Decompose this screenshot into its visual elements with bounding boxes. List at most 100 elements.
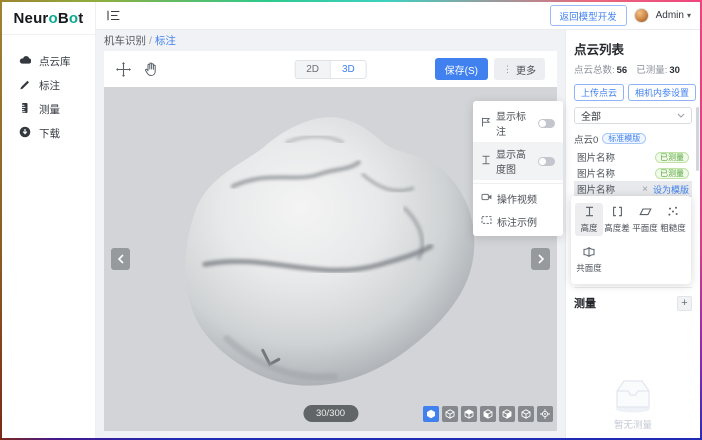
header-actions: 返回模型开发 Admin▾ (550, 5, 691, 26)
empty-text: 暂无测量 (614, 417, 652, 431)
view-mode-segmented: 2D 3D (294, 60, 367, 79)
panel-buttons: 上传点云 相机内参设置 (574, 84, 692, 101)
mode-2d-button[interactable]: 2D (295, 61, 330, 78)
menu-item-annotation-example[interactable]: 标注示例 (473, 210, 563, 233)
breadcrumb: 机车识别 / 标注 (104, 33, 557, 48)
tool-height[interactable]: 高度 (575, 203, 603, 236)
breadcrumb-parent[interactable]: 机车识别 (104, 33, 146, 48)
add-measure-button[interactable]: + (677, 296, 692, 311)
group-name: 点云0 (574, 132, 598, 146)
status-badge: 已测量 (655, 168, 689, 179)
coplanarity-icon (583, 246, 595, 259)
flag-icon (481, 117, 491, 130)
measured-label: 已测量: (636, 65, 667, 76)
tool-roughness[interactable]: 粗糙度 (659, 203, 687, 236)
panel-title: 点云列表 (574, 39, 692, 58)
view-cube-back-icon[interactable] (461, 406, 477, 422)
pointcloud-group-row[interactable]: 点云0 标准模版 (574, 131, 692, 146)
more-button[interactable]: ⋮更多 (494, 58, 545, 80)
measure-title: 测量 (574, 295, 596, 311)
sidebar-item-label: 点云库 (39, 54, 71, 69)
tool-icons (116, 62, 158, 77)
back-to-model-dev-button[interactable]: 返回模型开发 (550, 5, 627, 26)
list-item[interactable]: 图片名称 已测量 (574, 165, 692, 181)
status-badge: 已测量 (655, 152, 689, 163)
sidebar-nav: 点云库 标注 测量 下载 (2, 49, 95, 145)
frame-example-icon (481, 215, 492, 228)
view-orientation-toolbar (423, 406, 553, 422)
toolbar-actions: 保存(S) ⋮更多 (435, 58, 545, 80)
empty-box-icon (610, 377, 656, 415)
app-window: NeuroBot 点云库 标注 测量 下载 返回模型开发 (0, 0, 702, 440)
prev-image-arrow[interactable] (111, 248, 130, 270)
list-scrollbar[interactable] (696, 107, 699, 171)
chevron-down-icon: ▾ (687, 11, 691, 20)
save-button[interactable]: 保存(S) (435, 58, 488, 80)
filter-selected-value: 全部 (581, 108, 601, 123)
pan-move-icon[interactable] (116, 62, 131, 77)
list-item-selected[interactable]: 图片名称 × 设为模版 (574, 181, 692, 197)
measured-value: 30 (669, 65, 680, 76)
sidebar-item-label: 下载 (39, 126, 60, 141)
sidebar-fold-icon[interactable] (107, 10, 120, 21)
sidebar-item-measure[interactable]: 测量 (2, 97, 95, 121)
tooth-3d-model[interactable] (166, 112, 488, 394)
sidebar: NeuroBot 点云库 标注 测量 下载 (2, 2, 96, 438)
sidebar-item-label: 标注 (39, 78, 60, 93)
sidebar-item-label: 测量 (39, 102, 60, 117)
hand-grab-icon[interactable] (144, 62, 158, 77)
set-template-link[interactable]: 设为模版 (653, 183, 689, 196)
view-cube-left-icon[interactable] (480, 406, 496, 422)
view-cube-iso-icon[interactable] (423, 406, 439, 422)
tool-flatness[interactable]: 平面度 (631, 203, 659, 236)
pointcloud-panel: 点云列表 点云总数:56 已测量:30 上传点云 相机内参设置 全部 点云0 标… (565, 30, 700, 438)
next-image-arrow[interactable] (531, 248, 550, 270)
video-icon (481, 192, 492, 205)
tool-height-diff[interactable]: 高度差 (603, 203, 631, 236)
sidebar-item-pointcloud-library[interactable]: 点云库 (2, 49, 95, 73)
view-cube-right-icon[interactable] (499, 406, 515, 422)
tool-coplanarity[interactable]: 共面度 (575, 243, 603, 276)
frame-edge-left (0, 0, 2, 440)
view-cube-front-icon[interactable] (442, 406, 458, 422)
sidebar-item-download[interactable]: 下载 (2, 121, 95, 145)
logo-gear-icon: o (69, 10, 78, 27)
menu-item-tutorial-video[interactable]: 操作视频 (473, 187, 563, 210)
menu-divider (473, 183, 563, 184)
menu-item-show-heightmap[interactable]: 显示高度图 (473, 142, 563, 180)
user-name: Admin (656, 10, 684, 21)
height-icon (584, 206, 595, 219)
frame-edge-top (0, 0, 702, 2)
view-reset-crosshair-icon[interactable] (537, 406, 553, 422)
pen-icon (19, 78, 31, 93)
ellipsis-icon: ⋮ (503, 64, 512, 75)
logo-text: Neur (14, 10, 49, 27)
panel-stats: 点云总数:56 已测量:30 (574, 62, 692, 76)
total-value: 56 (617, 65, 628, 76)
close-icon[interactable]: × (642, 184, 648, 195)
logo-gear-icon: o (48, 10, 57, 27)
main-area: 机车识别 / 标注 2D 3D 保存(S) ⋮更多 显示标注 (96, 30, 565, 438)
breadcrumb-current: 标注 (155, 33, 176, 48)
user-avatar[interactable] (634, 8, 649, 23)
roughness-icon (667, 206, 679, 219)
view-cube-top-icon[interactable] (518, 406, 534, 422)
menu-item-show-annotation[interactable]: 显示标注 (473, 104, 563, 142)
sidebar-item-annotation[interactable]: 标注 (2, 73, 95, 97)
download-icon (19, 126, 31, 141)
upload-pointcloud-button[interactable]: 上传点云 (574, 84, 624, 101)
chevron-down-icon (677, 110, 685, 121)
show-heightmap-toggle[interactable] (538, 157, 555, 166)
app-logo: NeuroBot (2, 2, 95, 35)
user-menu[interactable]: Admin▾ (656, 10, 691, 21)
camera-params-button[interactable]: 相机内参设置 (628, 84, 696, 101)
mode-3d-button[interactable]: 3D (330, 61, 366, 78)
more-dropdown-menu: 显示标注 显示高度图 操作视频 标注示例 (473, 101, 563, 236)
list-item[interactable]: 图片名称 已测量 (574, 149, 692, 165)
flatness-icon (639, 206, 652, 219)
show-annotation-toggle[interactable] (538, 119, 555, 128)
standard-template-tag: 标准模版 (602, 133, 646, 144)
empty-state: 暂无测量 (566, 377, 700, 431)
filter-select[interactable]: 全部 (574, 107, 692, 124)
total-label: 点云总数: (574, 65, 615, 76)
